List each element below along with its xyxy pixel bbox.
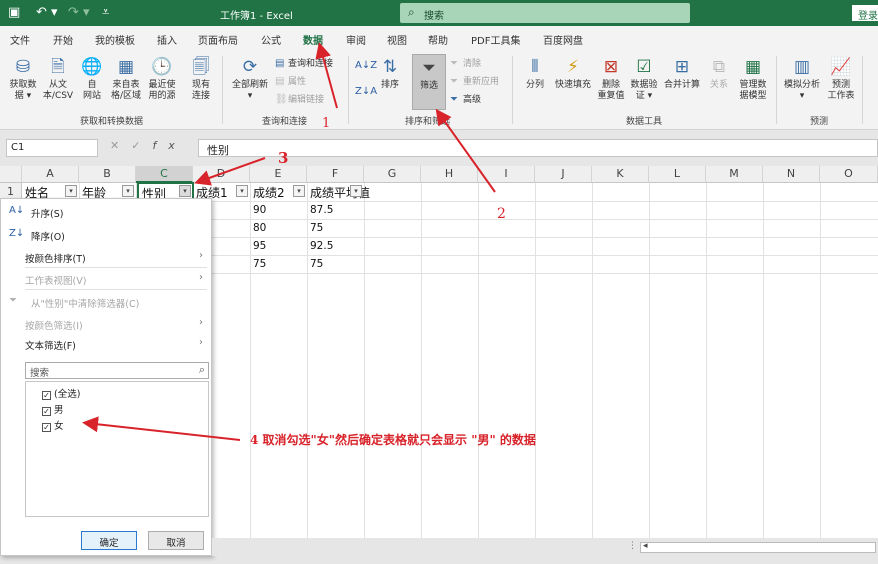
annotation-arrow-1: [315, 42, 338, 109]
annotation-arrow-3: [194, 157, 266, 186]
annotation-label-1: 1: [322, 116, 331, 131]
annotation-arrow-4: [82, 416, 241, 441]
annotation-label-2: 2: [497, 206, 506, 222]
annotation-label-4: 4 取消勾选"女"然后确定表格就只会显示 "男" 的数据: [250, 433, 536, 447]
annotation-layer: [82, 42, 496, 441]
annotation-label-3: 3: [278, 149, 289, 167]
annotation-arrow-2: [435, 108, 496, 193]
